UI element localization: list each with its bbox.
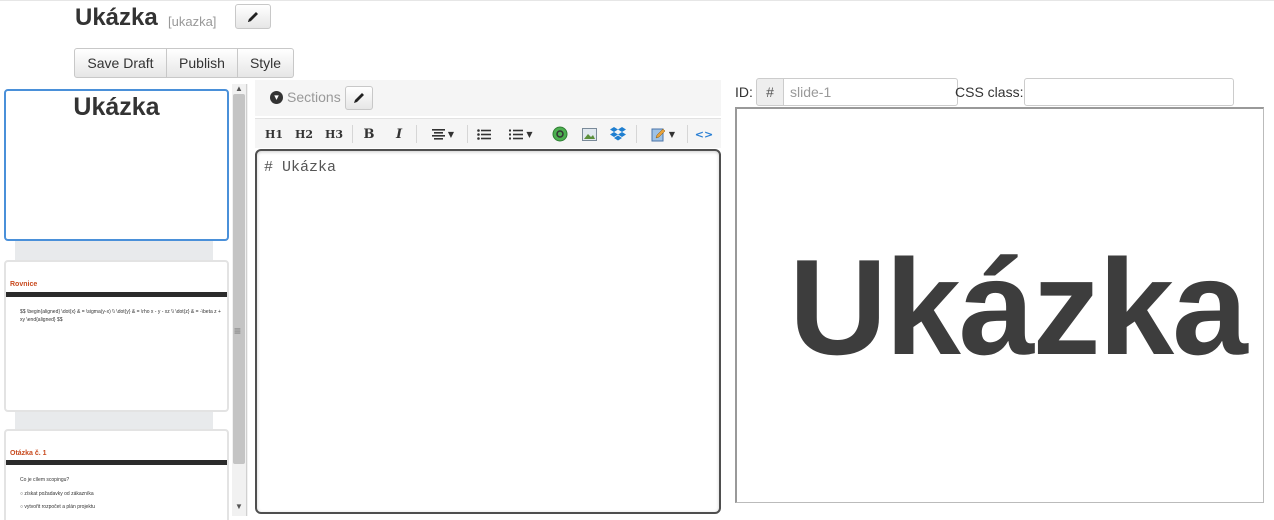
code-icon: <> (694, 127, 714, 141)
align-dropdown[interactable]: ▼ (423, 123, 463, 145)
sections-bar: ▾ Sections (255, 80, 721, 116)
toolbar-separator (687, 125, 688, 143)
dropbox-icon (610, 127, 626, 141)
snippet-dropdown[interactable]: ▼ (643, 123, 683, 145)
markdown-editor[interactable]: # Ukázka (255, 149, 721, 514)
style-button[interactable]: Style (238, 48, 294, 78)
slide-preview: Ukázka (735, 107, 1264, 503)
slide-thumbnail-bar (6, 460, 227, 465)
slide-thumbnail-heading: Otázka č. 1 (10, 450, 47, 457)
slide-thumbnail-line: ○ vytvořit rozpočet a plán projektu (20, 504, 95, 510)
caret-down-icon: ▼ (526, 129, 533, 139)
bullet-list-button[interactable] (473, 123, 495, 145)
caret-down-icon: ▼ (668, 129, 676, 139)
css-class-label: CSS class: (955, 84, 1024, 100)
slide-id-input[interactable] (783, 78, 958, 106)
link-globe-icon (552, 126, 568, 142)
caret-down-icon: ▼ (447, 129, 455, 139)
publish-button[interactable]: Publish (167, 48, 238, 78)
slide-thumbnail-body: $$ \begin{aligned} \dot{x} & = \sigma(y-… (20, 309, 221, 323)
slide-thumbnail-title: Ukázka (73, 93, 160, 121)
slide-thumbnail-line: Co je cílem scopingu? (20, 477, 70, 483)
css-class-input[interactable] (1024, 78, 1234, 106)
heading3-button[interactable]: H3 (323, 123, 345, 145)
edit-note-icon (651, 128, 666, 141)
align-center-icon (431, 128, 445, 140)
slide-id-label: ID: (735, 84, 753, 100)
insert-link-button[interactable] (549, 123, 571, 145)
image-icon (581, 127, 597, 141)
edit-title-button[interactable] (235, 4, 271, 29)
slide-thumbnail-bar (6, 292, 227, 297)
slide-thumbnail-1[interactable]: Ukázka (4, 89, 229, 241)
pencil-icon (248, 11, 258, 22)
slide-gap (15, 241, 213, 261)
scroll-down-icon[interactable]: ▼ (235, 502, 243, 511)
bullet-list-icon (477, 128, 491, 140)
source-code-button[interactable]: <> (693, 123, 715, 145)
document-actions: Save Draft Publish Style (74, 48, 294, 78)
panel-splitter[interactable] (246, 84, 247, 516)
toolbar-separator (352, 125, 353, 143)
heading2-button[interactable]: H2 (293, 123, 315, 145)
editor-toolbar: H1 H2 H3 B I ▼ ▼ ▼ <> (255, 118, 721, 148)
slide-thumbnail-3[interactable]: Otázka č. 1 Co je cílem scopingu? ○ získ… (4, 429, 229, 520)
toolbar-separator (416, 125, 417, 143)
presentation-slug: [ukazka] (168, 14, 217, 29)
slide-id-prefix: # (756, 78, 784, 106)
numbered-list-dropdown[interactable]: ▼ (501, 123, 541, 145)
editor-content[interactable]: # Ukázka (264, 159, 336, 176)
save-draft-button[interactable]: Save Draft (74, 48, 167, 78)
bold-button[interactable]: B (359, 123, 379, 145)
toolbar-separator (636, 125, 637, 143)
preview-title: Ukázka (789, 231, 1248, 383)
slide-thumbnail-line: ○ získat požadavky od zákazníka (20, 491, 94, 497)
splitter-grip-icon[interactable]: ≡ (234, 324, 241, 338)
sections-label[interactable]: Sections (287, 89, 341, 105)
italic-button[interactable]: I (389, 123, 409, 145)
slide-list: Ukázka Rovnice $$ \begin{aligned} \dot{x… (0, 84, 232, 520)
insert-image-button[interactable] (578, 123, 600, 145)
pencil-icon (354, 93, 364, 103)
slide-thumbnail-heading: Rovnice (10, 281, 38, 288)
presentation-title: Ukázka (75, 4, 158, 31)
dropbox-button[interactable] (607, 123, 629, 145)
down-circle-icon[interactable]: ▾ (270, 91, 283, 104)
edit-sections-button[interactable] (345, 86, 373, 110)
numbered-list-icon (509, 129, 524, 139)
scroll-up-icon[interactable]: ▲ (235, 84, 243, 93)
toolbar-separator (467, 125, 468, 143)
top-border (0, 0, 1274, 1)
heading1-button[interactable]: H1 (263, 123, 285, 145)
scrollbar-thumb[interactable] (233, 94, 245, 464)
slide-thumbnail-2[interactable]: Rovnice $$ \begin{aligned} \dot{x} & = \… (4, 260, 229, 412)
